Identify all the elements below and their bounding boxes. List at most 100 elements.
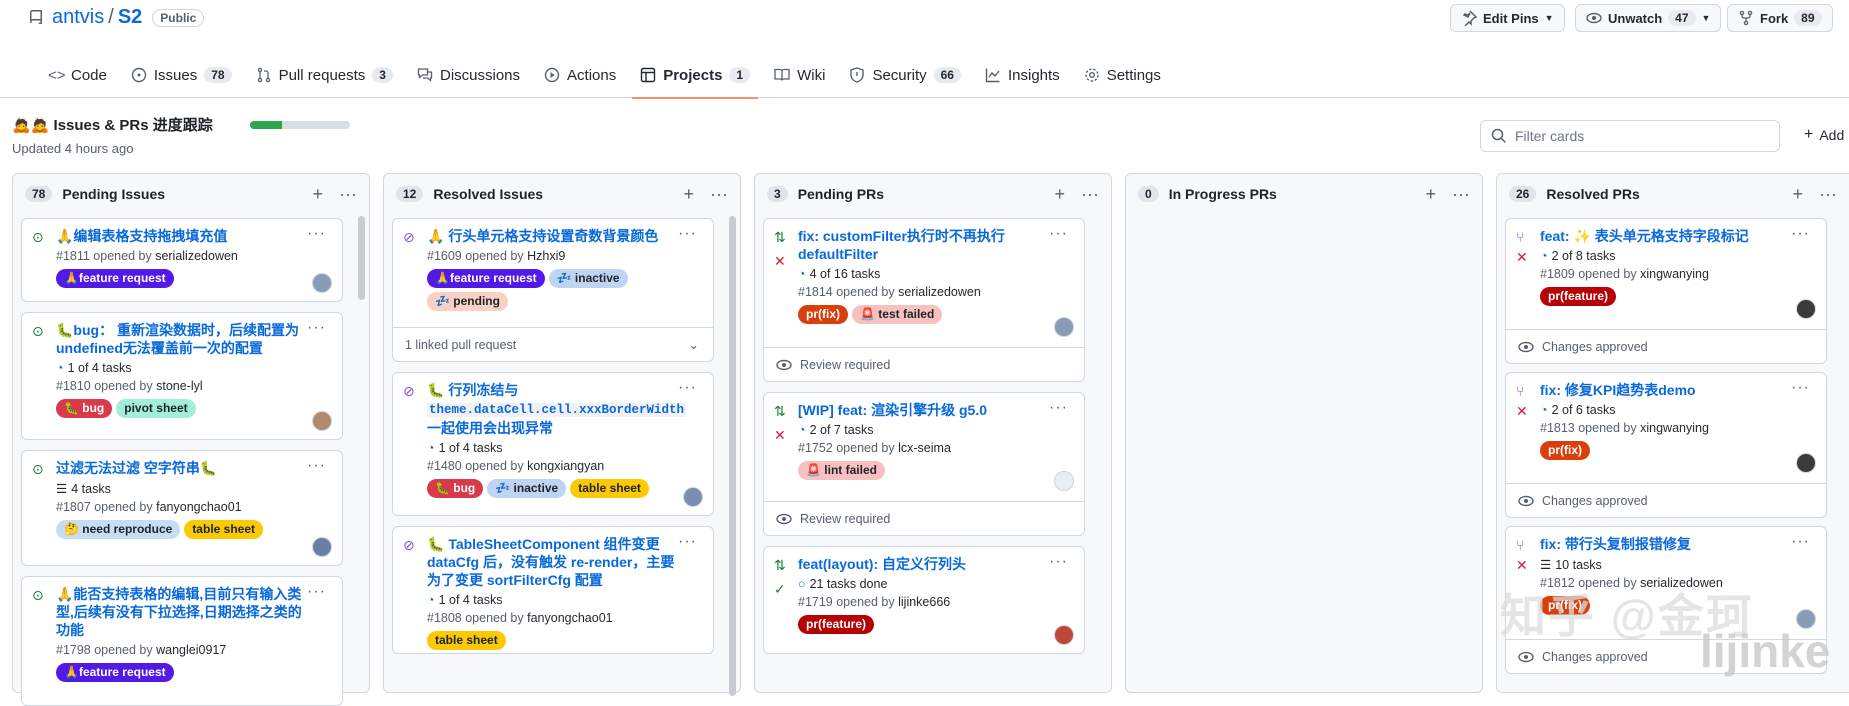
- repo-owner-link[interactable]: antvis: [52, 6, 104, 29]
- label-pr-feature[interactable]: pr(feature): [1540, 287, 1617, 306]
- tab-actions[interactable]: Actions: [532, 52, 628, 98]
- card-title[interactable]: 🐛bug： 重新渲染数据时，后续配置为undefined无法覆盖前一次的配置: [56, 321, 332, 357]
- pr-card[interactable]: ⇅ ✕ ··· [WIP] feat: 渲染引擎升级 g5.0 ◔ 2 of 7 …: [763, 392, 1085, 536]
- card-author[interactable]: fanyongchao01: [527, 611, 613, 625]
- more-icon[interactable]: ···: [1791, 225, 1810, 243]
- chevron-down-icon[interactable]: ⌄: [689, 337, 699, 352]
- avatar[interactable]: [683, 487, 703, 507]
- tab-settings[interactable]: Settings: [1072, 52, 1173, 98]
- edit-pins-button[interactable]: Edit Pins ▼: [1450, 4, 1565, 32]
- issue-card[interactable]: ⊘ ··· 🐛 TableSheetComponent 组件变更 dataCfg…: [392, 526, 714, 654]
- label-inactive[interactable]: 💤 inactive: [487, 479, 567, 498]
- avatar[interactable]: [1796, 453, 1816, 473]
- tab-projects[interactable]: Projects 1: [628, 52, 762, 99]
- tab-pull-requests[interactable]: Pull requests 3: [244, 52, 405, 98]
- card-title[interactable]: 🙏 行头单元格支持设置奇数背景颜色: [427, 227, 703, 245]
- tab-issues[interactable]: Issues 78: [119, 52, 244, 98]
- unwatch-button[interactable]: Unwatch 47 ▼: [1575, 4, 1722, 32]
- avatar[interactable]: [1054, 625, 1074, 645]
- card-title[interactable]: 过滤无法过滤 空字符串🐛: [56, 459, 332, 477]
- card-title[interactable]: feat(layout): 自定义行列头: [798, 555, 1074, 573]
- pr-card[interactable]: ⇅ ✕ ··· fix: customFilter执行时不再执行defaultF…: [763, 218, 1085, 382]
- card-title[interactable]: fix: 修复KPI趋势表demo: [1540, 381, 1816, 399]
- card-author[interactable]: wanglei0917: [156, 643, 226, 657]
- card-title[interactable]: feat: ✨ 表头单元格支持字段标记: [1540, 227, 1816, 245]
- card-title[interactable]: fix: customFilter执行时不再执行defaultFilter: [798, 227, 1074, 263]
- issue-card[interactable]: ⊙ ··· 🐛bug： 重新渲染数据时，后续配置为undefined无法覆盖前一…: [21, 312, 343, 440]
- more-icon[interactable]: ···: [678, 225, 697, 243]
- plus-icon[interactable]: +: [1793, 184, 1804, 205]
- card-title[interactable]: [WIP] feat: 渲染引擎升级 g5.0: [798, 401, 1074, 419]
- label-pivot-sheet[interactable]: pivot sheet: [116, 399, 196, 418]
- card-title[interactable]: 🙏编辑表格支持拖拽填充值: [56, 227, 332, 245]
- avatar[interactable]: [1054, 317, 1074, 337]
- avatar[interactable]: [312, 537, 332, 557]
- card-author[interactable]: lcx-seima: [898, 441, 951, 455]
- tab-wiki[interactable]: Wiki: [762, 52, 837, 98]
- card-author[interactable]: xingwanying: [1640, 267, 1709, 281]
- scrollbar[interactable]: [729, 216, 736, 696]
- label-inactive[interactable]: 💤 inactive: [548, 269, 628, 288]
- label-feature-request[interactable]: 🙏feature request: [56, 663, 174, 682]
- label-pr-fix[interactable]: pr(fix): [798, 305, 848, 324]
- linked-pr-row[interactable]: 1 linked pull request ⌄: [393, 327, 713, 361]
- card-title[interactable]: fix: 带行头复制报错修复: [1540, 535, 1816, 553]
- card-title[interactable]: 🐛 行列冻结与 theme.dataCell.cell.xxxBorderWid…: [427, 381, 703, 437]
- issue-card[interactable]: ⊙ ··· 过滤无法过滤 空字符串🐛 ☰ 4 tasks #1807 opened…: [21, 450, 343, 566]
- label-need-reproduce[interactable]: 🤔 need reproduce: [56, 520, 181, 539]
- more-icon[interactable]: ···: [307, 225, 326, 243]
- card-author[interactable]: kongxiangyan: [527, 459, 604, 473]
- more-icon[interactable]: ···: [1081, 184, 1099, 205]
- more-icon[interactable]: ···: [678, 533, 697, 551]
- label-bug[interactable]: 🐛 bug: [427, 479, 484, 498]
- card-author[interactable]: lijinke666: [898, 595, 950, 609]
- plus-icon[interactable]: +: [1426, 184, 1437, 205]
- card-author[interactable]: fanyongchao01: [156, 500, 242, 514]
- add-cards-button[interactable]: + Add: [1804, 126, 1844, 144]
- issue-card[interactable]: ⊘ ··· 🐛 行列冻结与 theme.dataCell.cell.xxxBor…: [392, 372, 714, 516]
- pr-card[interactable]: ⇅ ✓ ··· feat(layout): 自定义行列头 ○ 21 tasks d…: [763, 546, 1085, 654]
- label-test-failed[interactable]: 🚨 test failed: [852, 305, 943, 324]
- label-lint-failed[interactable]: 🚨 lint failed: [798, 461, 885, 480]
- issue-card[interactable]: ⊘ ··· 🙏 行头单元格支持设置奇数背景颜色 #1609 opened by …: [392, 218, 714, 362]
- tab-security[interactable]: Security 66: [837, 52, 973, 98]
- more-icon[interactable]: ···: [1049, 225, 1068, 243]
- more-icon[interactable]: ···: [1452, 184, 1470, 205]
- more-icon[interactable]: ···: [1791, 379, 1810, 397]
- more-icon[interactable]: ···: [1049, 553, 1068, 571]
- more-icon[interactable]: ···: [678, 379, 697, 397]
- more-icon[interactable]: ···: [307, 319, 326, 337]
- plus-icon[interactable]: +: [313, 184, 324, 205]
- plus-icon[interactable]: +: [684, 184, 695, 205]
- pr-card[interactable]: ⑂ ✕ ··· feat: ✨ 表头单元格支持字段标记 ◔ 2 of 8 task…: [1505, 218, 1827, 364]
- label-feature-request[interactable]: 🙏feature request: [427, 269, 545, 288]
- card-author[interactable]: serializedowen: [155, 249, 238, 263]
- card-author[interactable]: Hzhxi9: [527, 249, 565, 263]
- label-pr-fix[interactable]: pr(fix): [1540, 441, 1590, 460]
- more-icon[interactable]: ···: [1819, 184, 1837, 205]
- scrollbar[interactable]: [358, 216, 365, 300]
- more-icon[interactable]: ···: [307, 457, 326, 475]
- avatar[interactable]: [312, 273, 332, 293]
- card-author[interactable]: xingwanying: [1640, 421, 1709, 435]
- card-title[interactable]: 🙏能否支持表格的编辑,目前只有输入类型,后续有没有下拉选择,日期选择之类的功能: [56, 585, 332, 639]
- avatar[interactable]: [1054, 471, 1074, 491]
- fork-button[interactable]: Fork 89: [1727, 4, 1833, 32]
- more-icon[interactable]: ···: [307, 583, 326, 601]
- label-table-sheet[interactable]: table sheet: [427, 631, 506, 650]
- issue-card[interactable]: ⊙ ··· 🙏能否支持表格的编辑,目前只有输入类型,后续有没有下拉选择,日期选择…: [21, 576, 343, 706]
- pr-card[interactable]: ⑂ ✕ ··· fix: 修复KPI趋势表demo ◔ 2 of 6 tasks …: [1505, 372, 1827, 518]
- card-author[interactable]: serializedowen: [898, 285, 981, 299]
- label-feature-request[interactable]: 🙏feature request: [56, 269, 174, 288]
- label-bug[interactable]: 🐛 bug: [56, 399, 113, 418]
- more-icon[interactable]: ···: [339, 184, 357, 205]
- plus-icon[interactable]: +: [1055, 184, 1066, 205]
- card-author[interactable]: stone-lyl: [156, 379, 203, 393]
- tab-insights[interactable]: Insights: [973, 52, 1072, 98]
- repo-name-link[interactable]: S2: [118, 6, 142, 29]
- card-title[interactable]: 🐛 TableSheetComponent 组件变更 dataCfg 后，没有触…: [427, 535, 703, 589]
- more-icon[interactable]: ···: [1791, 533, 1810, 551]
- filter-cards-input[interactable]: Filter cards: [1480, 120, 1780, 152]
- more-icon[interactable]: ···: [710, 184, 728, 205]
- label-table-sheet[interactable]: table sheet: [184, 520, 264, 539]
